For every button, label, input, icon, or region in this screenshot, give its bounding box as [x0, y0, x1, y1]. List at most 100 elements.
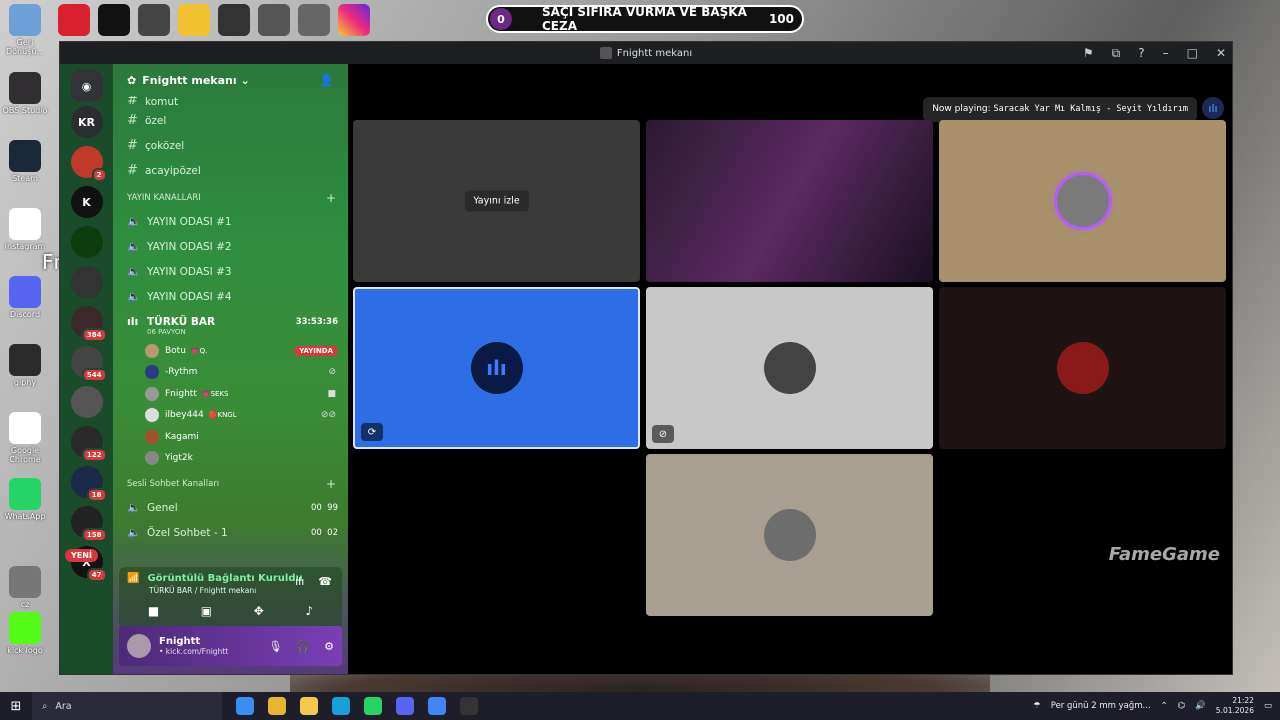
- desktop-shortcut[interactable]: WhatsApp: [0, 478, 50, 521]
- username[interactable]: Fnightt: [159, 636, 228, 647]
- desktop-shortcut[interactable]: Geri Dönüşü...: [0, 4, 50, 56]
- user-tile[interactable]: [939, 120, 1226, 282]
- text-channel[interactable]: # özel: [113, 108, 348, 133]
- server-icon[interactable]: 122: [70, 426, 107, 462]
- disconnect-icon[interactable]: ☎: [318, 575, 332, 588]
- soundboard-button[interactable]: ♪: [305, 604, 313, 618]
- add-user-icon[interactable]: 👤: [319, 73, 334, 87]
- chevron-up-icon[interactable]: ⌃: [1161, 701, 1168, 711]
- desktop-shortcut[interactable]: Discord: [0, 276, 50, 319]
- desktop-shortcut[interactable]: Steam: [0, 140, 50, 183]
- desktop-shortcut[interactable]: Instagram: [0, 208, 50, 251]
- server-icon[interactable]: [70, 386, 103, 418]
- volume-icon[interactable]: 🔊: [1195, 701, 1206, 711]
- voice-member[interactable]: Fnightt 💗SEKS ■: [113, 383, 348, 405]
- voice-member[interactable]: -Rythm ⊘: [113, 362, 348, 384]
- store-icon[interactable]: [268, 697, 286, 715]
- discord-home-icon[interactable]: ◉: [70, 70, 103, 102]
- text-channel[interactable]: # çoközel: [113, 133, 348, 158]
- capcut-icon[interactable]: [98, 4, 130, 36]
- help-icon[interactable]: ?: [1138, 46, 1144, 60]
- app-icon[interactable]: [258, 4, 290, 36]
- stream-category[interactable]: YAYIN KANALLARI +: [113, 187, 348, 209]
- desktop-shortcut[interactable]: kick logo: [0, 612, 50, 655]
- app-icon[interactable]: [58, 4, 90, 36]
- desktop-shortcut[interactable]: Google Chrome: [0, 412, 50, 464]
- copilot-icon[interactable]: [236, 697, 254, 715]
- server-icon[interactable]: 158: [70, 506, 107, 542]
- minimize-button[interactable]: –: [1163, 46, 1169, 60]
- voice-channel[interactable]: 🔈 YAYIN ODASI #2: [113, 234, 348, 259]
- server-icon[interactable]: 18: [70, 466, 107, 502]
- rythm-activity-icon[interactable]: ılı: [1202, 97, 1224, 119]
- notifications-icon[interactable]: ▭: [1264, 701, 1272, 711]
- rythm-tile[interactable]: ılı ⟳: [353, 287, 640, 449]
- headphones-icon[interactable]: 🎧: [296, 640, 310, 653]
- user-tile[interactable]: [646, 454, 933, 616]
- activities-button[interactable]: ✥: [254, 604, 264, 618]
- server-icon[interactable]: 544: [70, 346, 107, 382]
- instagram-icon[interactable]: [338, 4, 370, 36]
- voice-category[interactable]: Sesli Sohbet Kanalları +: [113, 473, 348, 495]
- maximize-button[interactable]: □: [1187, 46, 1198, 60]
- folder-icon[interactable]: [300, 697, 318, 715]
- desktop-shortcut[interactable]: cz: [0, 566, 50, 609]
- text-channel[interactable]: # acayipözel: [113, 158, 348, 183]
- weather-text[interactable]: Per günü 2 mm yağm...: [1051, 701, 1151, 711]
- avatar[interactable]: [127, 634, 151, 658]
- noise-suppression-icon[interactable]: ılı: [295, 575, 304, 588]
- voice-channel[interactable]: 🔈 Özel Sohbet - 1 00 02: [113, 520, 348, 545]
- app-icon[interactable]: [138, 4, 170, 36]
- add-channel-icon[interactable]: +: [326, 477, 336, 491]
- edge-icon[interactable]: [332, 697, 350, 715]
- server-icon[interactable]: K: [70, 186, 103, 218]
- text-channel[interactable]: # komut: [113, 96, 348, 108]
- settings-gear-icon[interactable]: ⚙: [324, 640, 334, 653]
- add-channel-icon[interactable]: +: [326, 191, 336, 205]
- server-icon[interactable]: 384: [70, 306, 107, 342]
- desktop-shortcut[interactable]: OBS Studio: [0, 72, 50, 115]
- rockstar-icon[interactable]: [178, 4, 210, 36]
- voice-member[interactable]: Yigt2k: [113, 448, 348, 470]
- flag-icon[interactable]: ⚑: [1083, 46, 1094, 60]
- windows-start-icon[interactable]: ⊞: [0, 699, 32, 714]
- new-badge[interactable]: YENİ: [65, 549, 98, 562]
- webcam-tile[interactable]: [646, 120, 933, 282]
- popout-icon[interactable]: ⧉: [1112, 46, 1121, 61]
- close-button[interactable]: ✕: [1216, 46, 1226, 60]
- voice-member[interactable]: Kagami: [113, 426, 348, 448]
- server-icon[interactable]: [70, 266, 103, 298]
- app-icon[interactable]: [298, 4, 330, 36]
- server-header[interactable]: ✿ Fnightt mekanı ⌄ 👤: [113, 64, 348, 96]
- voice-channel[interactable]: 🔈 YAYIN ODASI #1: [113, 209, 348, 234]
- search-box[interactable]: ⌕ Ara: [32, 692, 222, 720]
- server-icon[interactable]: KR: [70, 106, 103, 138]
- voice-member[interactable]: ilbey444 🔴KNGL ⊘⊘: [113, 405, 348, 427]
- whatsapp-icon[interactable]: [364, 697, 382, 715]
- discord-icon[interactable]: [396, 697, 414, 715]
- network-icon[interactable]: ⌬: [1178, 701, 1185, 711]
- voice-member[interactable]: Botu 💗Q. YAYINDA: [113, 340, 348, 362]
- user-tile[interactable]: [939, 287, 1226, 449]
- chrome-icon[interactable]: [428, 697, 446, 715]
- desktop-shortcut[interactable]: giphy: [0, 344, 50, 387]
- camera-icon: ■: [327, 388, 336, 399]
- voice-channel[interactable]: 🔈 Genel 00 99: [113, 495, 348, 520]
- server-icon[interactable]: [70, 226, 103, 258]
- screenshare-button[interactable]: ▣: [201, 604, 212, 618]
- app-icon[interactable]: [218, 4, 250, 36]
- camera-button[interactable]: ■: [148, 604, 159, 618]
- watch-stream-button[interactable]: Yayını izle: [464, 190, 529, 212]
- clock[interactable]: 21:22 5.01.2026: [1216, 696, 1254, 716]
- stream-tile[interactable]: Yayını izle: [353, 120, 640, 282]
- user-tile[interactable]: ⊘: [646, 287, 933, 449]
- connection-status[interactable]: Görüntülü Bağlantı Kuruldu: [147, 573, 302, 584]
- deafened-icon[interactable]: ⊘: [652, 425, 674, 443]
- voice-channel[interactable]: 🔈 YAYIN ODASI #4: [113, 284, 348, 309]
- server-icon[interactable]: 2: [70, 146, 107, 182]
- activity-icon[interactable]: ⟳: [361, 423, 383, 441]
- weather-icon[interactable]: ☂: [1033, 701, 1041, 711]
- mic-icon[interactable]: 🎙: [268, 640, 282, 653]
- obs-icon[interactable]: [460, 697, 478, 715]
- voice-channel[interactable]: 🔈 YAYIN ODASI #3: [113, 259, 348, 284]
